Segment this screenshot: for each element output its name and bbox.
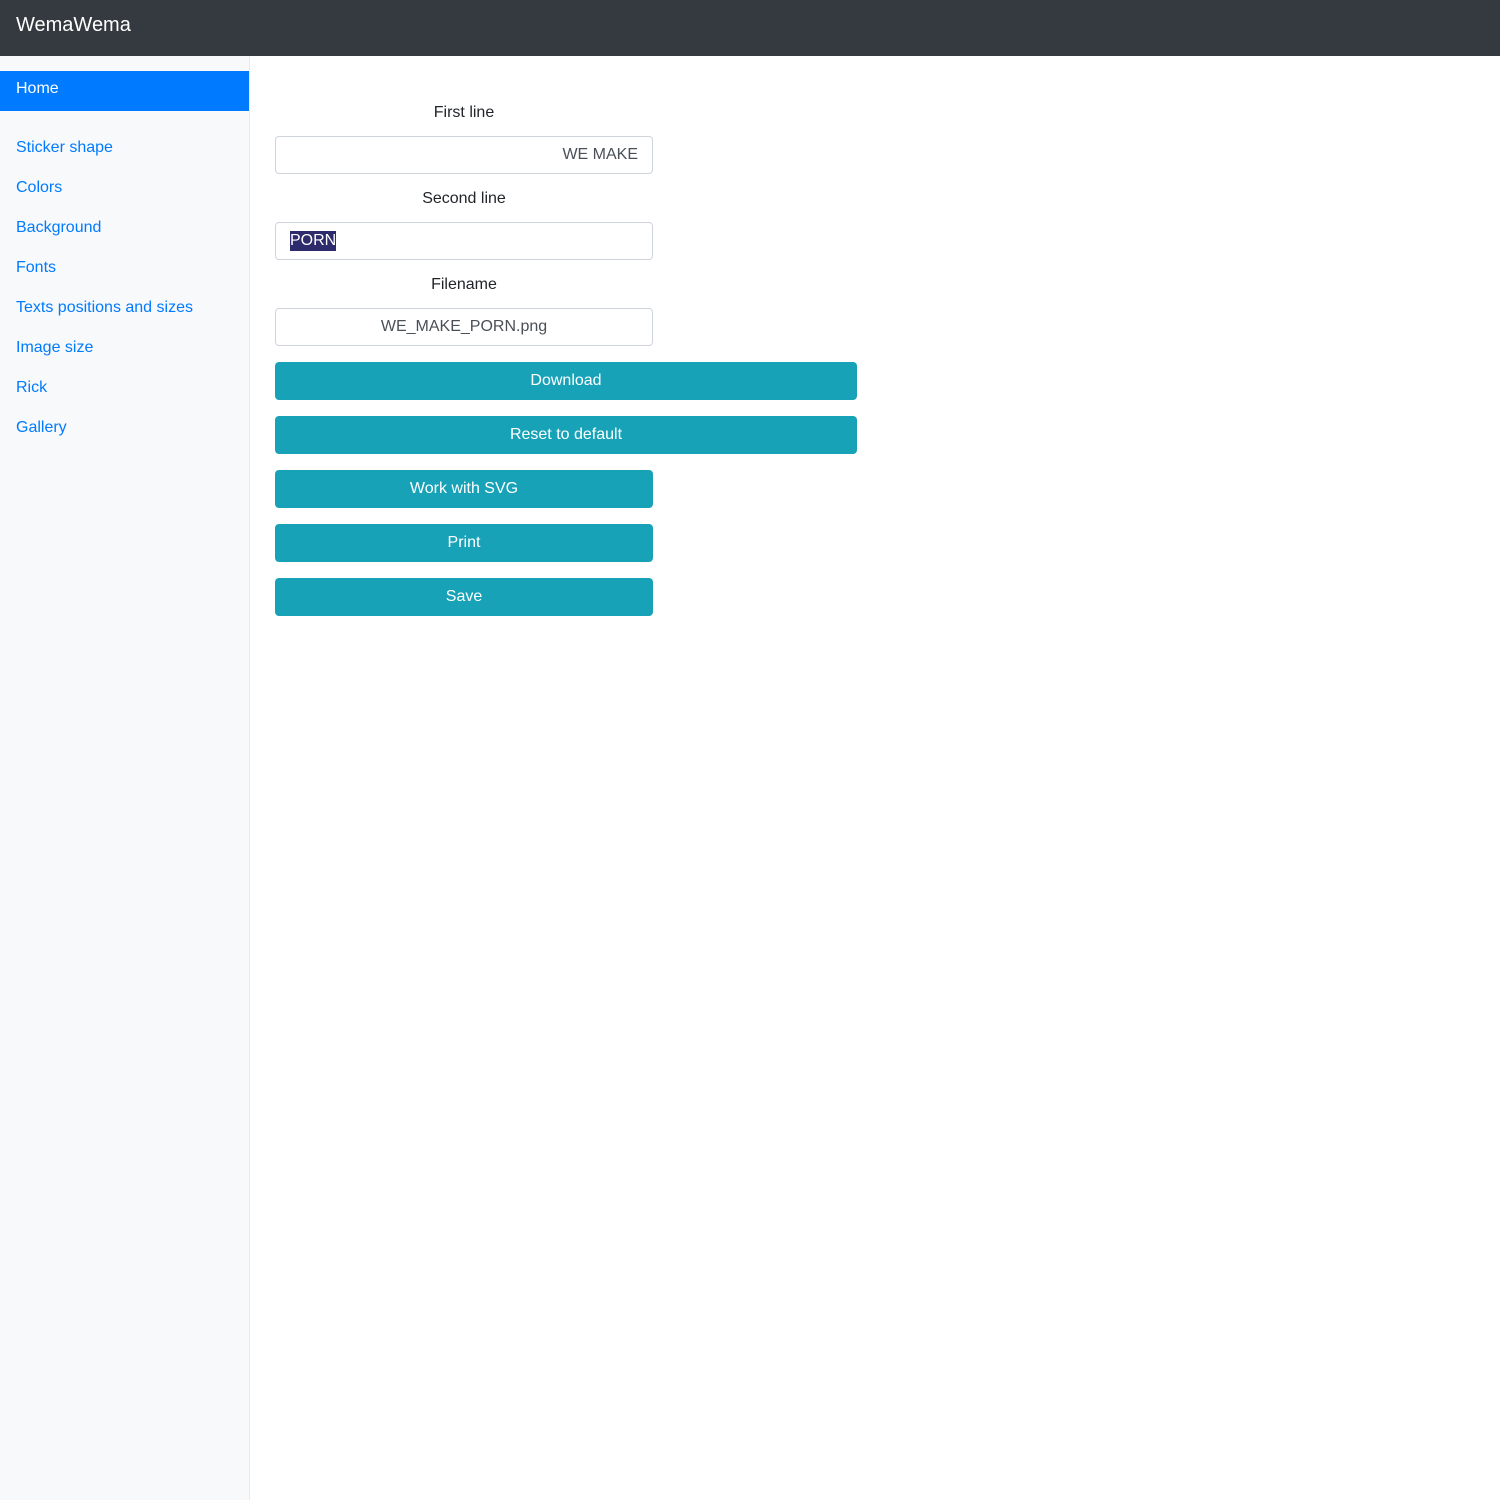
sidebar-item-rick[interactable]: Rick <box>16 378 47 398</box>
filename-label: Filename <box>431 276 497 293</box>
reset-to-default-button[interactable]: Reset to default <box>275 416 857 454</box>
brand-logo-text[interactable]: WemaWema <box>16 13 131 37</box>
work-with-svg-button[interactable]: Work with SVG <box>275 470 653 508</box>
first-line-value: WE MAKE <box>562 146 638 163</box>
filename-input[interactable]: WE_MAKE_PORN.png <box>275 308 653 346</box>
sidebar: Home Sticker shape Colors Background Fon… <box>0 56 250 1500</box>
sidebar-item-background[interactable]: Background <box>16 218 101 238</box>
first-line-input[interactable]: WE MAKE <box>275 136 653 174</box>
sidebar-item-sticker-shape[interactable]: Sticker shape <box>16 138 113 158</box>
print-button[interactable]: Print <box>275 524 653 562</box>
sidebar-item-gallery[interactable]: Gallery <box>16 418 67 438</box>
download-button[interactable]: Download <box>275 362 857 400</box>
second-line-input[interactable]: PORN <box>275 222 653 260</box>
sidebar-item-fonts[interactable]: Fonts <box>16 258 56 278</box>
first-line-label: First line <box>433 104 495 121</box>
second-line-label: Second line <box>422 190 506 207</box>
second-line-value: PORN <box>290 231 337 251</box>
sidebar-item-home[interactable]: Home <box>0 71 249 111</box>
sidebar-item-colors[interactable]: Colors <box>16 178 62 198</box>
top-navbar: WemaWema <box>0 0 1500 56</box>
sidebar-item-texts-positions[interactable]: Texts positions and sizes <box>16 298 193 318</box>
save-button[interactable]: Save <box>275 578 653 616</box>
sidebar-item-image-size[interactable]: Image size <box>16 338 93 358</box>
filename-value: WE_MAKE_PORN.png <box>380 318 548 335</box>
